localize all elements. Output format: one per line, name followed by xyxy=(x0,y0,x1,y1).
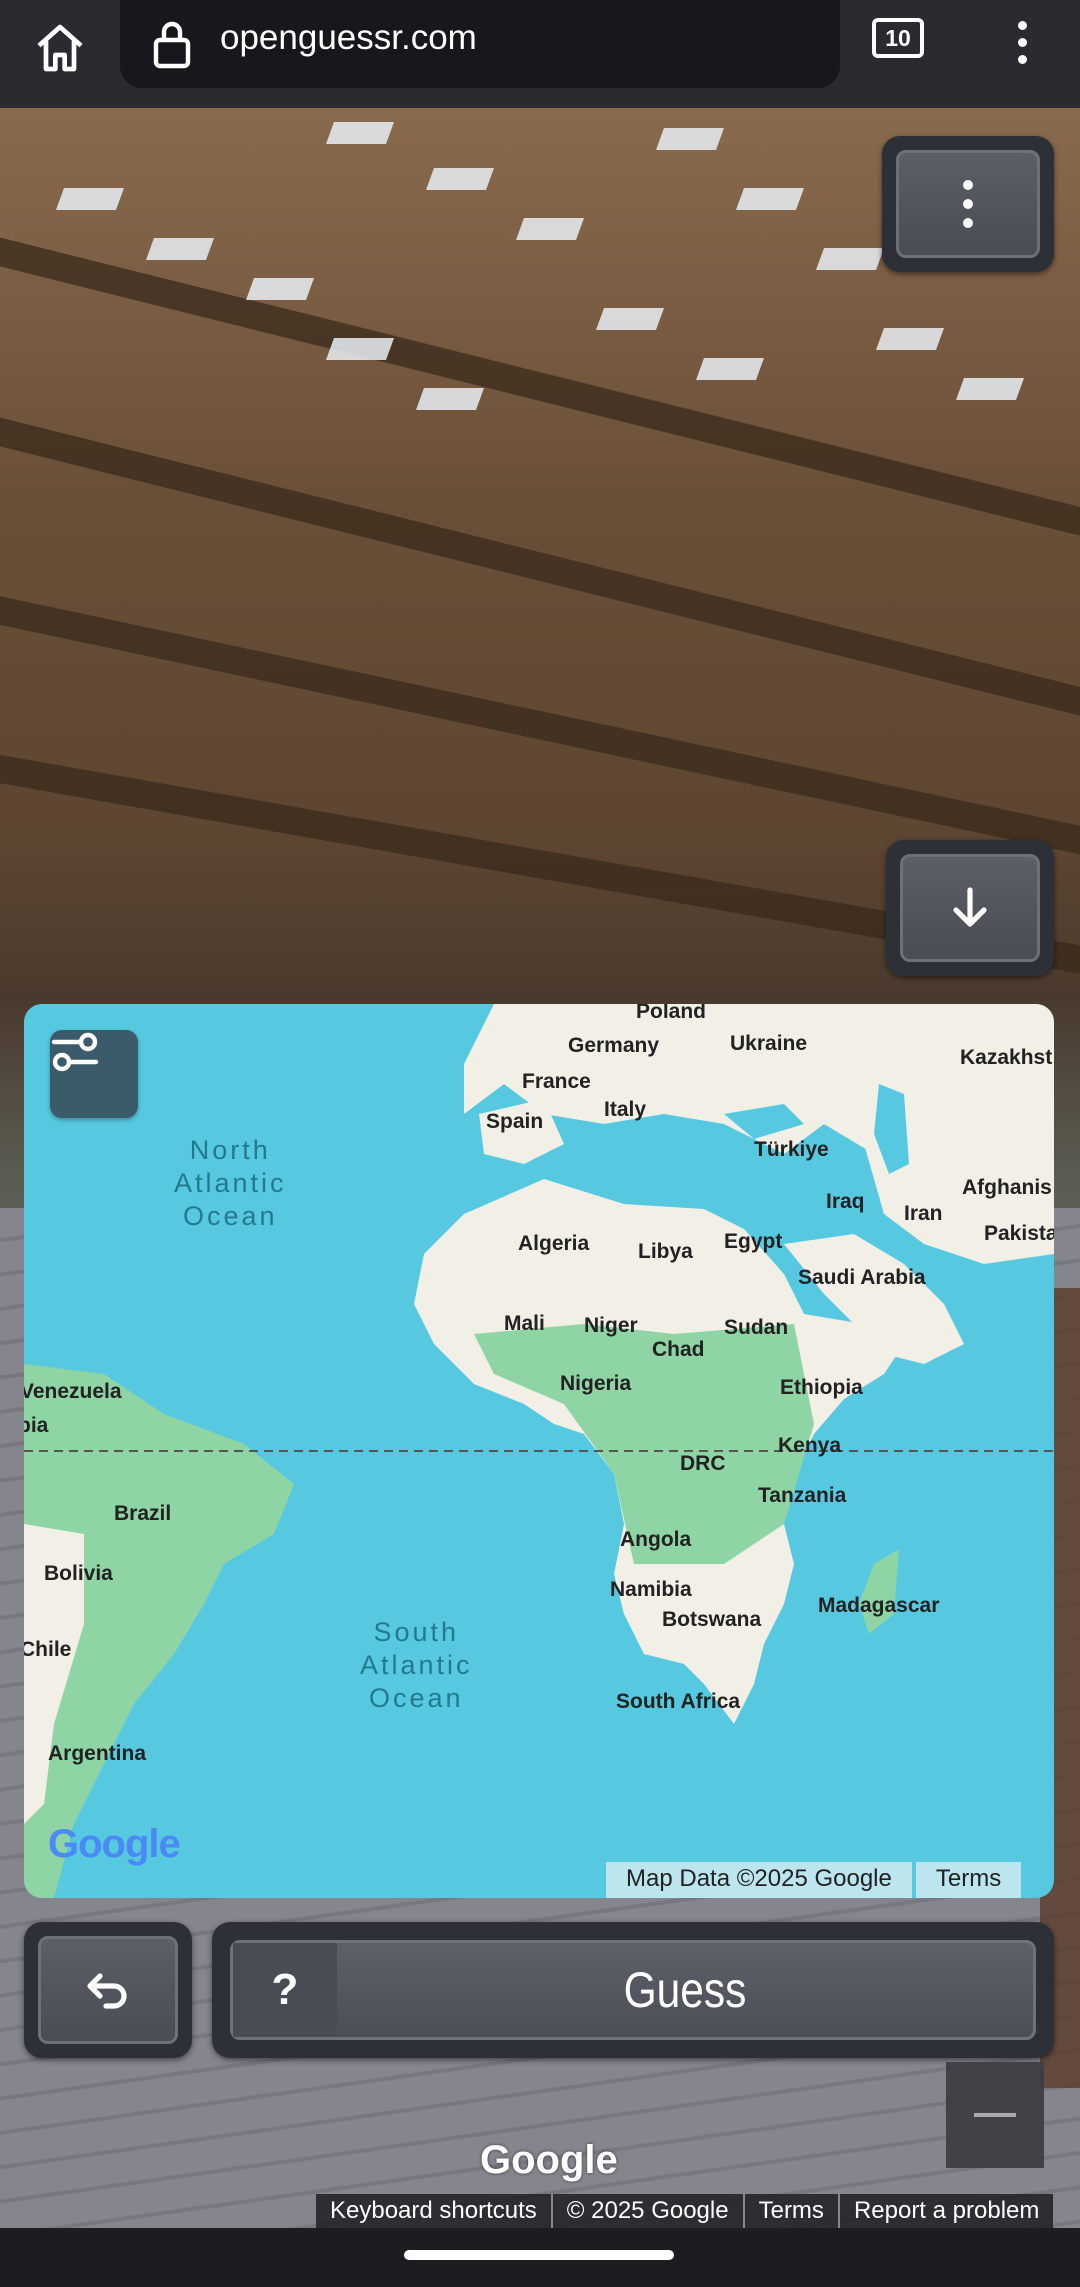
map-label-chile: Chile xyxy=(24,1638,72,1661)
map-label-saudi-arabia: Saudi Arabia xyxy=(798,1266,926,1289)
more-vertical-icon xyxy=(963,180,973,228)
settings-sliders-icon xyxy=(51,1032,99,1072)
minus-icon xyxy=(974,2113,1016,2117)
keyboard-shortcuts-link[interactable]: Keyboard shortcuts xyxy=(316,2194,553,2228)
map-attribution: Map Data ©2025 Google Terms xyxy=(606,1862,1025,1898)
map-label-brazil: Brazil xyxy=(114,1502,172,1525)
url-text: openguessr.com xyxy=(220,18,477,57)
map-label-angola: Angola xyxy=(620,1528,692,1551)
map-label-argentina: Argentina xyxy=(48,1742,147,1765)
zoom-out-button[interactable] xyxy=(946,2062,1044,2168)
map-label-italy: Italy xyxy=(604,1098,647,1121)
report-problem-link[interactable]: Report a problem xyxy=(840,2194,1053,2228)
terms-link[interactable]: Terms xyxy=(745,2194,840,2228)
map-label-colombia: bia xyxy=(24,1414,49,1437)
guess-map[interactable]: Poland Germany Ukraine Kazakhst France S… xyxy=(24,1004,1054,1898)
options-button[interactable] xyxy=(882,136,1054,272)
map-label-spain: Spain xyxy=(486,1110,544,1133)
lock-icon xyxy=(148,18,196,74)
browser-menu-icon[interactable] xyxy=(1000,10,1044,74)
map-label-iraq: Iraq xyxy=(826,1190,865,1213)
map-label-drc: DRC xyxy=(680,1452,726,1475)
streetview-footer: Keyboard shortcuts © 2025 Google Terms R… xyxy=(316,2194,1054,2228)
map-label-egypt: Egypt xyxy=(724,1230,783,1253)
map-label-ukraine: Ukraine xyxy=(730,1032,808,1055)
home-gesture-pill[interactable] xyxy=(404,2250,674,2260)
map-label-poland: Poland xyxy=(636,1004,707,1023)
ocean-label-south-atlantic: South Atlantic Ocean xyxy=(360,1617,473,1713)
map-label-kazakhstan: Kazakhst xyxy=(960,1046,1053,1069)
map-terms-link[interactable]: Terms xyxy=(915,1862,1022,1898)
map-label-chad: Chad xyxy=(652,1338,705,1361)
browser-toolbar: openguessr.com 10 xyxy=(0,0,1080,108)
system-nav-bar xyxy=(0,2228,1080,2287)
map-label-germany: Germany xyxy=(568,1034,660,1057)
collapse-map-button[interactable] xyxy=(886,840,1054,976)
guess-label: Guess xyxy=(623,1962,747,2018)
undo-button[interactable] xyxy=(24,1922,192,2058)
map-label-venezuela: Venezuela xyxy=(24,1380,122,1403)
google-streetview-logo: Google xyxy=(480,2138,618,2182)
copyright-text: © 2025 Google xyxy=(553,2194,745,2228)
arrow-down-icon xyxy=(953,887,987,927)
map-label-mali: Mali xyxy=(504,1312,545,1335)
guess-hint-icon: ? xyxy=(233,1943,337,2037)
map-label-namibia: Namibia xyxy=(610,1578,692,1601)
map-label-botswana: Botswana xyxy=(662,1608,762,1631)
ocean-label-north-atlantic: North Atlantic Ocean xyxy=(174,1135,287,1231)
undo-arrow-icon xyxy=(87,1973,127,2009)
map-label-south-africa: South Africa xyxy=(616,1690,741,1713)
map-label-tanzania: Tanzania xyxy=(758,1484,847,1507)
tab-switcher-button[interactable]: 10 xyxy=(872,18,924,58)
map-filter-button[interactable] xyxy=(50,1030,138,1118)
map-label-nigeria: Nigeria xyxy=(560,1372,632,1395)
home-icon[interactable] xyxy=(22,10,98,86)
guess-button[interactable]: ? Guess xyxy=(212,1922,1054,2058)
map-label-sudan: Sudan xyxy=(724,1316,789,1339)
map-label-afghanistan: Afghanis xyxy=(962,1176,1052,1199)
map-label-libya: Libya xyxy=(638,1240,693,1263)
map-label-madagascar: Madagascar xyxy=(818,1594,940,1617)
map-label-bolivia: Bolivia xyxy=(44,1562,113,1585)
map-label-iran: Iran xyxy=(904,1202,943,1225)
map-data-label: Map Data ©2025 Google xyxy=(606,1862,912,1898)
map-label-turkiye: Türkiye xyxy=(754,1138,829,1161)
address-bar[interactable]: openguessr.com xyxy=(120,0,840,88)
map-label-kenya: Kenya xyxy=(778,1434,842,1457)
google-map-logo: Google xyxy=(48,1822,181,1866)
map-label-algeria: Algeria xyxy=(518,1232,590,1255)
map-label-pakistan: Pakista xyxy=(984,1222,1054,1245)
map-label-ethiopia: Ethiopia xyxy=(780,1376,863,1399)
map-label-niger: Niger xyxy=(584,1314,638,1337)
map-label-france: France xyxy=(522,1070,591,1093)
